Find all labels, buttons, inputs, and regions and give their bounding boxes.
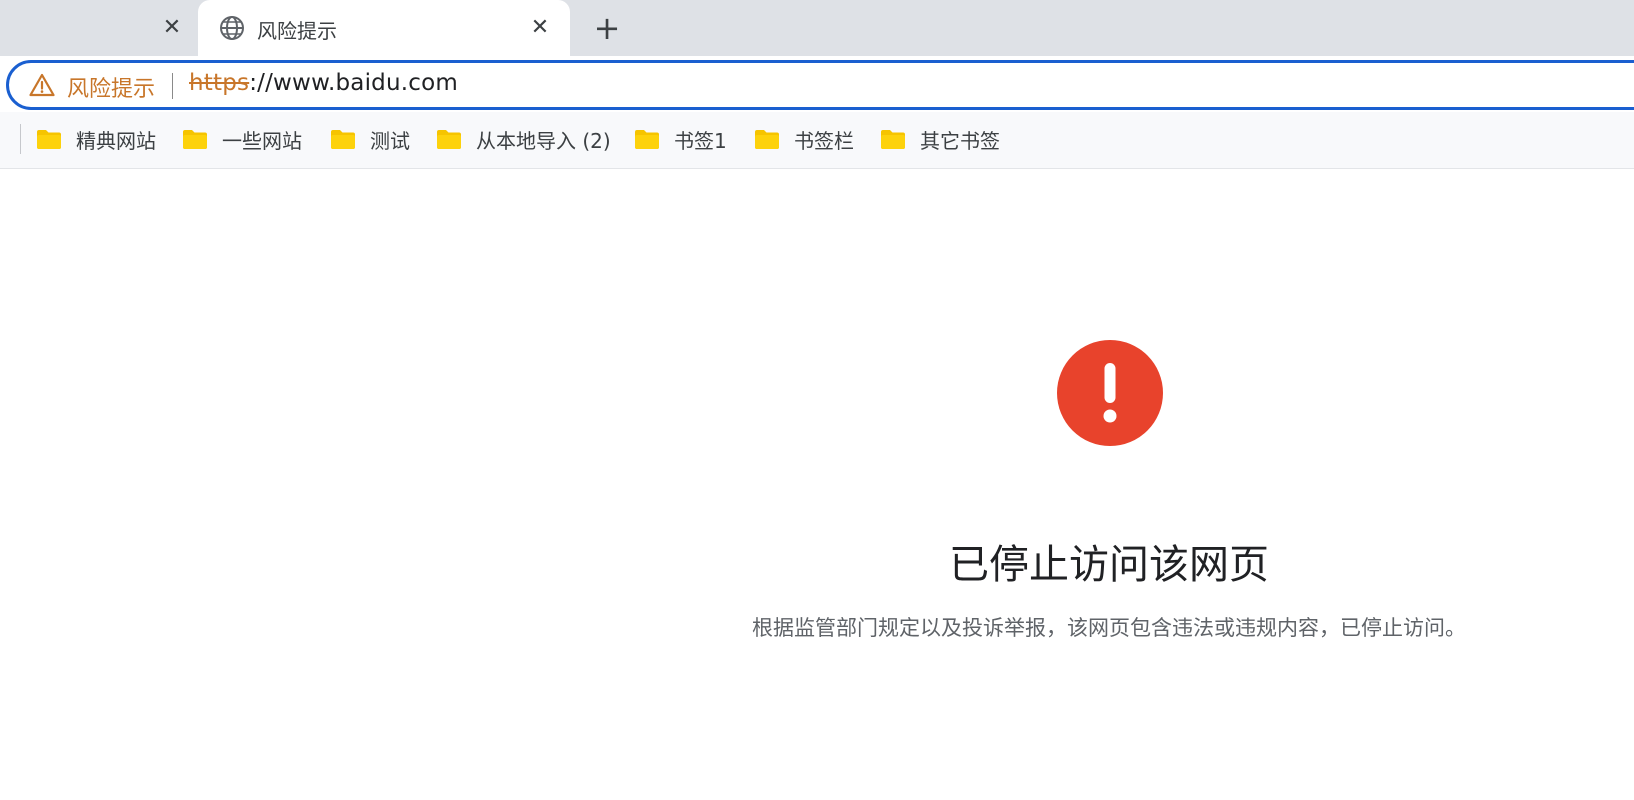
url-text[interactable]: https://www.baidu.com (189, 70, 458, 96)
close-icon: ✕ (530, 15, 550, 40)
tab-strip: ✕ 风险提示 ✕ + (0, 0, 1634, 56)
folder-icon (437, 130, 461, 149)
warning-triangle-icon[interactable] (29, 73, 55, 97)
exclamation-circle-icon (1057, 340, 1163, 446)
active-tab[interactable]: 风险提示 ✕ (198, 0, 570, 56)
folder-icon (183, 130, 207, 149)
url-host: ://www.baidu.com (249, 70, 458, 96)
bookmark-label: 其它书签 (920, 128, 1000, 153)
page-title: 已停止访问该网页 (949, 542, 1269, 588)
bookmark-label: 精典网站 (76, 128, 156, 153)
tab-close-button[interactable]: ✕ (526, 14, 554, 42)
bookmark-label: 书签1 (674, 128, 727, 153)
bookmark-folder[interactable]: 其它书签 (880, 122, 1000, 156)
folder-icon (635, 130, 659, 149)
bookmark-folder[interactable]: 从本地导入 (2) (436, 122, 611, 156)
security-status-label[interactable]: 风险提示 (67, 71, 155, 103)
bookmark-folder[interactable]: 精典网站 (36, 122, 156, 156)
bookmarks-separator (20, 124, 21, 154)
tab-title: 风险提示 (257, 19, 337, 43)
omnibox-divider (172, 73, 173, 99)
url-scheme: https (189, 70, 250, 96)
plus-icon: + (593, 9, 621, 47)
bookmark-folder[interactable]: 一些网站 (182, 122, 302, 156)
bookmark-folder[interactable]: 书签1 (634, 122, 727, 156)
bookmark-folder[interactable]: 书签栏 (754, 122, 854, 156)
previous-tab-close-button[interactable]: ✕ (158, 14, 186, 42)
bookmark-label: 测试 (370, 128, 410, 153)
folder-icon (881, 130, 905, 149)
bookmark-folder[interactable]: 测试 (330, 122, 410, 156)
new-tab-button[interactable]: + (590, 11, 624, 45)
folder-icon (37, 130, 61, 149)
close-icon: ✕ (162, 15, 182, 40)
folder-icon (755, 130, 779, 149)
bookmarks-bar: 精典网站 一些网站 测试 从本地导入 (2) 书签1 书签栏 其它书签 (0, 112, 1634, 169)
page-description: 根据监管部门规定以及投诉举报，该网页包含违法或违规内容，已停止访问。 (752, 616, 1466, 640)
folder-icon (331, 130, 355, 149)
bookmark-label: 一些网站 (222, 128, 302, 153)
bookmark-label: 书签栏 (794, 128, 854, 153)
address-bar[interactable]: 风险提示 https://www.baidu.com (6, 60, 1634, 110)
bookmark-label: 从本地导入 (2) (476, 128, 611, 153)
globe-icon (220, 16, 244, 40)
